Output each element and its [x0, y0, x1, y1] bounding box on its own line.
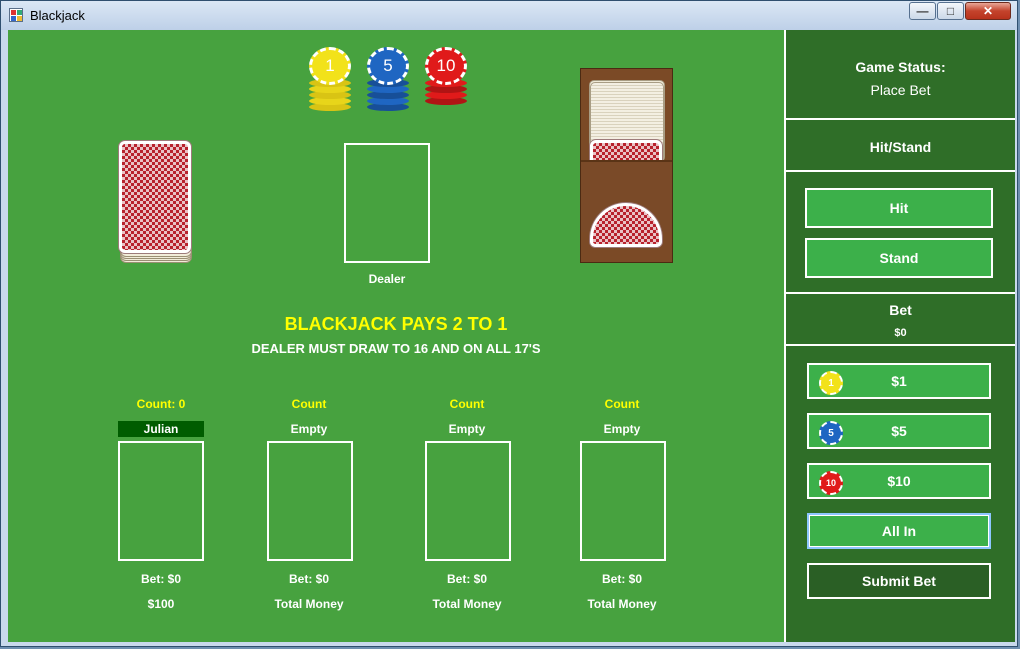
seat-4-card-slot — [580, 441, 666, 561]
seat-3-card-slot — [425, 441, 511, 561]
app-window: Blackjack — □ ✕ 1 5 10 Dealer BLACKJACK … — [0, 0, 1018, 647]
window-title: Blackjack — [30, 8, 85, 23]
seat-4-player-name: Empty — [603, 422, 641, 436]
bet-5-label: $5 — [891, 423, 907, 439]
dealer-rule-text: DEALER MUST DRAW TO 16 AND ON ALL 17'S — [251, 341, 541, 356]
dealer-card-slot — [344, 143, 430, 263]
title-bar[interactable]: Blackjack — □ ✕ — [1, 1, 1017, 30]
deck-card-back — [119, 141, 191, 253]
seat-1-player-name: Julian — [118, 421, 204, 437]
close-button[interactable]: ✕ — [965, 2, 1011, 20]
seat-4-bet: Bet: $0 — [601, 572, 642, 586]
seat-1-count: Count: 0 — [136, 397, 186, 411]
seat-2-player-name: Empty — [290, 422, 328, 436]
chip-1-icon: 1 — [309, 47, 351, 85]
divider — [786, 292, 1015, 294]
seat-2-bet: Bet: $0 — [288, 572, 329, 586]
seat-1-bet: Bet: $0 — [140, 572, 181, 586]
chip-stack-1[interactable]: 1 — [309, 47, 351, 111]
seat-3-bet: Bet: $0 — [446, 572, 487, 586]
bet-5-button[interactable]: 5 $5 — [807, 413, 991, 449]
game-table: 1 5 10 Dealer BLACKJACK PAYS 2 TO 1 DEAL… — [8, 30, 786, 642]
divider — [786, 344, 1015, 346]
hit-stand-label: Hit/Stand — [869, 139, 932, 155]
chip-stack-5[interactable]: 5 — [367, 47, 409, 111]
payout-banner: BLACKJACK PAYS 2 TO 1 — [284, 314, 508, 334]
seat-3-count: Count — [449, 397, 485, 411]
game-status-value: Place Bet — [870, 82, 931, 98]
minimize-button[interactable]: — — [909, 2, 936, 20]
maximize-icon: □ — [946, 4, 955, 18]
seat-2-count: Count — [291, 397, 327, 411]
bet-10-label: $10 — [887, 473, 911, 489]
chip-stack-10[interactable]: 10 — [425, 47, 467, 111]
seat-4-count: Count — [604, 397, 640, 411]
submit-bet-button[interactable]: Submit Bet — [807, 563, 991, 599]
bet-10-button[interactable]: 10 $10 — [807, 463, 991, 499]
chip-5-icon: 5 — [367, 47, 409, 85]
chip-10-icon: 10 — [425, 47, 467, 85]
maximize-button[interactable]: □ — [937, 2, 964, 20]
client-area: 1 5 10 Dealer BLACKJACK PAYS 2 TO 1 DEAL… — [8, 30, 1015, 642]
seat-3-money: Total Money — [432, 597, 502, 611]
card-shoe — [580, 68, 673, 263]
bet-value: $0 — [894, 327, 907, 339]
seat-4-money: Total Money — [587, 597, 657, 611]
close-icon: ✕ — [982, 4, 994, 18]
all-in-button[interactable]: All In — [807, 513, 991, 549]
minimize-icon: — — [916, 4, 929, 18]
seat-1-card-slot — [118, 441, 204, 561]
bet-label: Bet — [889, 302, 912, 318]
control-panel: Game Status: Place Bet Hit/Stand Hit Sta… — [786, 30, 1015, 642]
chip-10-icon: 10 — [819, 471, 843, 495]
hit-button[interactable]: Hit — [805, 188, 993, 228]
divider — [786, 118, 1015, 120]
chip-5-icon: 5 — [819, 421, 843, 445]
bet-1-button[interactable]: 1 $1 — [807, 363, 991, 399]
seat-3-player-name: Empty — [448, 422, 486, 436]
app-icon — [9, 8, 23, 22]
seat-2-card-slot — [267, 441, 353, 561]
card-deck[interactable] — [119, 141, 192, 263]
seat-2-money: Total Money — [274, 597, 344, 611]
stand-button[interactable]: Stand — [805, 238, 993, 278]
dealer-label: Dealer — [368, 272, 406, 286]
bet-1-label: $1 — [891, 373, 907, 389]
seat-1-money: $100 — [147, 597, 175, 611]
divider — [786, 170, 1015, 172]
game-status-label: Game Status: — [855, 59, 946, 75]
chip-1-icon: 1 — [819, 371, 843, 395]
